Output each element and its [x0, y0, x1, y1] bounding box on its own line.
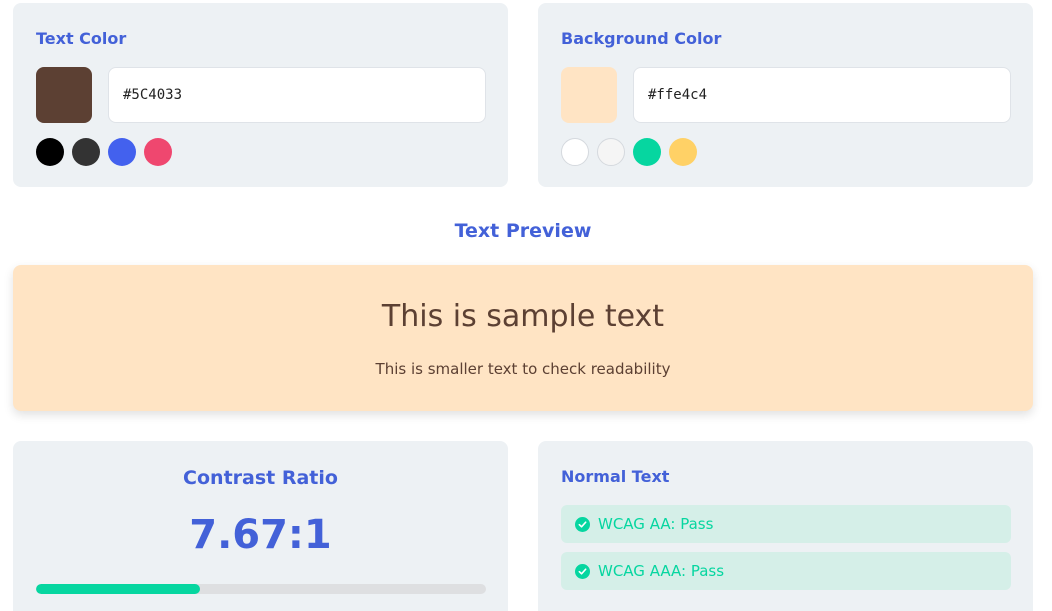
preview-large-text: This is sample text: [381, 299, 665, 334]
text-color-input[interactable]: [108, 67, 486, 123]
text-color-preset-swatch[interactable]: [36, 138, 64, 166]
contrast-progress-fill: [36, 584, 201, 594]
normal-text-title: Normal Text: [561, 467, 670, 486]
check-circle-icon: [575, 516, 590, 532]
check-circle-icon: [575, 563, 590, 579]
background-color-preset-swatch[interactable]: [597, 138, 625, 166]
contrast-ratio-value: 7.67:1: [189, 512, 332, 558]
wcag-aaa-label: WCAG AAA: Pass: [598, 562, 725, 580]
text-color-preset-swatch[interactable]: [72, 138, 100, 166]
text-preview-box: This is sample text This is smaller text…: [13, 265, 1033, 411]
background-color-title: Background Color: [561, 29, 722, 48]
background-color-swatch[interactable]: [561, 67, 617, 123]
wcag-aa-label: WCAG AA: Pass: [598, 515, 714, 533]
text-color-presets: [36, 138, 172, 166]
wcag-aaa-result: WCAG AAA: Pass: [561, 552, 1011, 590]
text-color-title: Text Color: [36, 29, 127, 48]
text-color-swatch[interactable]: [36, 67, 92, 123]
background-color-presets: [561, 138, 697, 166]
contrast-progress-track: [36, 584, 486, 594]
text-color-preset-swatch[interactable]: [144, 138, 172, 166]
contrast-ratio-title: Contrast Ratio: [183, 467, 338, 489]
text-color-preset-swatch[interactable]: [108, 138, 136, 166]
background-color-preset-swatch[interactable]: [669, 138, 697, 166]
text-preview-title: Text Preview: [454, 220, 592, 242]
background-color-preset-swatch[interactable]: [561, 138, 589, 166]
background-color-input[interactable]: [633, 67, 1011, 123]
wcag-aa-result: WCAG AA: Pass: [561, 505, 1011, 543]
background-color-preset-swatch[interactable]: [633, 138, 661, 166]
preview-small-text: This is smaller text to check readabilit…: [375, 360, 671, 378]
